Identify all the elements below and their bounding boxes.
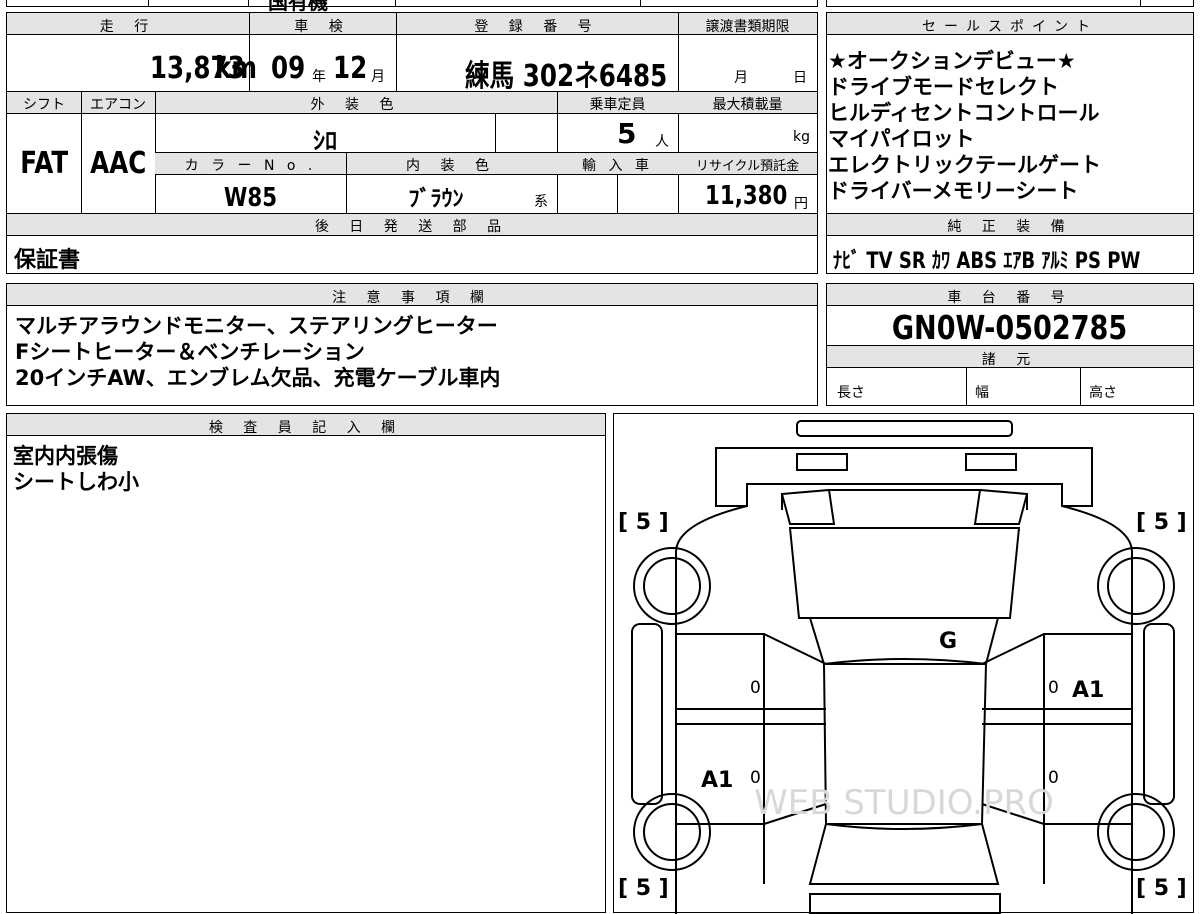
top-cut-strip — [6, 0, 818, 7]
header-color-no: カ ラ ー N o . — [184, 158, 317, 174]
header-equipment: 純 正 装 備 — [947, 219, 1073, 235]
watermark-text: WEB STUDIO.PRO — [754, 783, 1054, 823]
header-exterior-color: 外 装 色 — [310, 97, 402, 113]
deadline-month-unit: 月 — [734, 70, 748, 86]
sales-points-box: セールスポイント ★オークションデビュー★ ドライブモードセレクト ヒルディセントコ… — [826, 12, 1194, 274]
deadline-day-unit: 日 — [793, 70, 807, 86]
header-mileage: 走 行 — [99, 19, 157, 35]
spec-width-label: 幅 — [975, 385, 989, 401]
equipment-value: ﾅﾋﾞ TV SR ｶﾜ ABS ｴｱB ｱﾙﾐ PS PW — [833, 249, 1141, 274]
sales-point-item: ★オークションデビュー★ — [828, 49, 1076, 73]
header-shift: シフト — [23, 97, 65, 113]
inspection-month: 12 — [333, 51, 368, 86]
header-max-load: 最大積載量 — [712, 97, 783, 113]
color-no-value: W85 — [223, 183, 278, 213]
spec-length-label: 長さ — [837, 385, 865, 401]
car-condition-diagram: WEB STUDIO.PRO [ 5 ] [ 5 ] [ 5 ] [ 5 ] G… — [613, 413, 1194, 914]
car-diagram-svg: WEB STUDIO.PRO — [631, 420, 1175, 914]
sales-point-item: ドライブモードセレクト — [828, 75, 1059, 99]
tire-tread-front-left: [ 5 ] — [618, 510, 669, 535]
damage-mark-left-rear-door: A1 — [701, 768, 734, 793]
capacity-unit: 人 — [655, 134, 669, 150]
spec-height-label: 高さ — [1089, 385, 1117, 401]
header-interior-color: 内 装 色 — [406, 158, 497, 174]
interior-color-suffix: 系 — [534, 194, 548, 210]
damage-mark-windshield: G — [939, 629, 958, 654]
capacity-value: 5 — [617, 117, 637, 150]
tire-tread-front-right: [ 5 ] — [1136, 510, 1187, 535]
vehicle-info-table: 走 行 車 検 登 録 番 号 譲渡書類期限 13,873 km 09 年 12… — [6, 12, 818, 274]
note-item: Fシートヒーター＆ベンチレーション — [15, 340, 365, 364]
sales-point-item: マイパイロット — [828, 127, 975, 151]
inspector-notes-list: 室内内張傷 シートしわ小 — [13, 443, 139, 495]
recycle-fee-unit: 円 — [794, 196, 808, 212]
damage-mark-right-front-door: A1 — [1072, 678, 1105, 703]
sales-point-item: エレクトリックテールゲート — [828, 153, 1101, 177]
max-load-unit: kg — [793, 129, 810, 145]
tire-tread-rear-right: [ 5 ] — [1136, 876, 1187, 901]
chassis-box: 車 台 番 号 GN0W-0502785 諸 元 長さ 幅 高さ — [826, 283, 1194, 406]
header-import: 輸 入 車 — [582, 158, 653, 174]
shift-value: FAT — [20, 146, 68, 181]
inspection-month-unit: 月 — [371, 69, 385, 85]
header-chassis: 車 台 番 号 — [947, 290, 1073, 306]
header-inspector: 検 査 員 記 入 欄 — [208, 420, 404, 436]
top-right-cut — [826, 0, 1194, 7]
header-recycle: リサイクル預託金 — [695, 159, 800, 174]
notes-box: 注 意 事 項 欄 マルチアラウンドモニター、ステアリングヒーター Fシートヒータ… — [6, 283, 818, 406]
sales-point-item: ドライバーメモリーシート — [828, 179, 1079, 203]
header-specs: 諸 元 — [981, 352, 1039, 368]
note-item: 20インチAW、エンブレム欠品、充電ケーブル車内 — [15, 366, 501, 390]
panel-zero-right-front: 0 — [1048, 678, 1059, 698]
notes-list: マルチアラウンドモニター、ステアリングヒーター Fシートヒーター＆ベンチレーション… — [15, 313, 500, 391]
header-registration: 登 録 番 号 — [474, 19, 600, 35]
note-item: マルチアラウンドモニター、ステアリングヒーター — [15, 314, 498, 338]
panel-zero-left-rear: 0 — [750, 768, 761, 788]
tire-tread-rear-left: [ 5 ] — [618, 876, 669, 901]
header-capacity: 乗車定員 — [589, 97, 646, 113]
header-transfer-deadline: 譲渡書類期限 — [705, 19, 790, 35]
inspection-year-unit: 年 — [312, 69, 326, 85]
header-notes: 注 意 事 項 欄 — [332, 290, 492, 306]
registration-number: 練馬 302ネ6485 — [465, 59, 668, 94]
header-aircon: エアコン — [90, 97, 146, 113]
inspector-box: 検 査 員 記 入 欄 室内内張傷 シートしわ小 — [6, 413, 606, 913]
chassis-number: GN0W-0502785 — [892, 308, 1128, 347]
sales-points-list: ★オークションデビュー★ ドライブモードセレクト ヒルディセントコントロール マイパイ… — [828, 48, 1101, 204]
inspector-note-item: シートしわ小 — [13, 470, 139, 494]
panel-zero-right-rear: 0 — [1048, 768, 1059, 788]
header-sales-points: セールスポイント — [922, 19, 1098, 35]
header-later-parts: 後 日 発 送 部 品 — [314, 219, 510, 235]
aircon-value: AAC — [89, 146, 147, 181]
inspection-year: 09 — [271, 51, 306, 86]
recycle-fee-value: 11,380 — [704, 181, 787, 211]
header-inspection: 車 検 — [294, 19, 351, 35]
later-parts-value: 保証書 — [14, 248, 81, 273]
sales-point-item: ヒルディセントコントロール — [828, 101, 1100, 125]
inspector-note-item: 室内内張傷 — [13, 444, 118, 468]
mileage-unit: km — [215, 51, 257, 86]
exterior-color-value: ｼﾛ — [313, 127, 337, 155]
panel-zero-left-front: 0 — [750, 678, 761, 698]
interior-color-value: ﾌﾞﾗｳﾝ — [408, 187, 464, 212]
